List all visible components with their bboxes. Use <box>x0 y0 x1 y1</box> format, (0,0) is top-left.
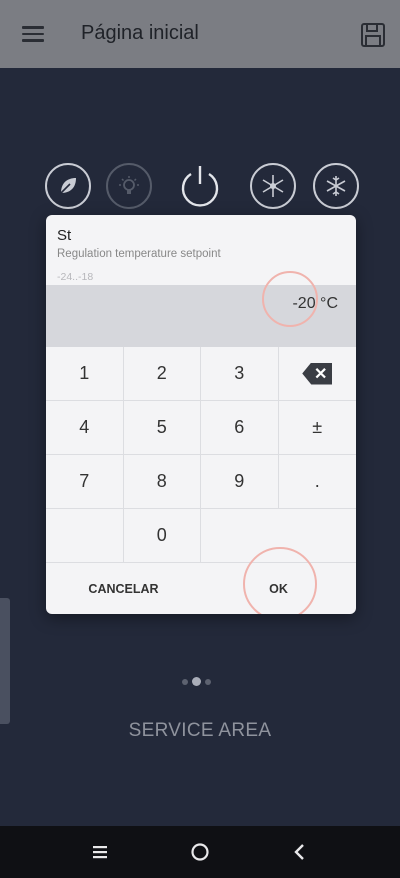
light-bulb-icon[interactable] <box>106 163 152 209</box>
key-5[interactable]: 5 <box>123 401 201 455</box>
key-9[interactable]: 9 <box>201 455 279 509</box>
key-6[interactable]: 6 <box>201 401 279 455</box>
key-2[interactable]: 2 <box>123 347 201 401</box>
setpoint-dialog: St Regulation temperature setpoint -24..… <box>46 215 356 614</box>
page-dot-active[interactable] <box>192 677 201 686</box>
back-icon[interactable] <box>288 840 312 864</box>
key-8[interactable]: 8 <box>123 455 201 509</box>
cancel-button[interactable]: CANCELAR <box>46 563 201 614</box>
touch-indicator-ok <box>243 547 317 614</box>
touch-indicator <box>262 271 318 327</box>
recent-apps-icon[interactable] <box>88 840 112 864</box>
key-empty-left <box>46 509 124 563</box>
defrost-icon[interactable] <box>250 163 296 209</box>
side-drawer-handle[interactable] <box>0 598 10 724</box>
backspace-button[interactable]: ✕ <box>278 347 356 401</box>
sign-toggle-key[interactable]: ± <box>278 401 356 455</box>
dialog-actions: CANCELAR OK <box>46 547 356 614</box>
key-4[interactable]: 4 <box>46 401 124 455</box>
key-7[interactable]: 7 <box>46 455 124 509</box>
numeric-keypad: 1 2 3 ✕ 4 5 6 ± 7 8 9 . 0 <box>46 347 356 563</box>
allowed-range: -24..-18 <box>57 271 94 283</box>
page-indicator <box>182 677 211 686</box>
floppy-disk-icon[interactable] <box>360 22 386 48</box>
dialog-description: Regulation temperature setpoint <box>57 248 221 260</box>
system-nav-bar <box>0 826 400 878</box>
snowflake-icon[interactable] <box>313 163 359 209</box>
mode-icon-row <box>0 163 400 209</box>
value-input[interactable]: -20 °C <box>46 271 356 347</box>
key-0[interactable]: 0 <box>123 509 201 563</box>
page-dot[interactable] <box>205 678 211 685</box>
leaf-icon[interactable] <box>45 163 91 209</box>
page-dot[interactable] <box>182 678 188 685</box>
key-1[interactable]: 1 <box>46 347 124 401</box>
page-title: Página inicial <box>81 22 199 44</box>
dialog-title: St <box>57 227 72 244</box>
home-icon[interactable] <box>188 840 212 864</box>
key-3[interactable]: 3 <box>201 347 279 401</box>
decimal-key[interactable]: . <box>278 455 356 509</box>
app-bar: Página inicial <box>0 0 400 68</box>
service-area-button[interactable]: SERVICE AREA <box>0 720 400 742</box>
power-icon[interactable] <box>176 162 224 210</box>
backspace-icon: ✕ <box>302 362 333 385</box>
hamburger-menu-icon[interactable] <box>22 26 44 42</box>
